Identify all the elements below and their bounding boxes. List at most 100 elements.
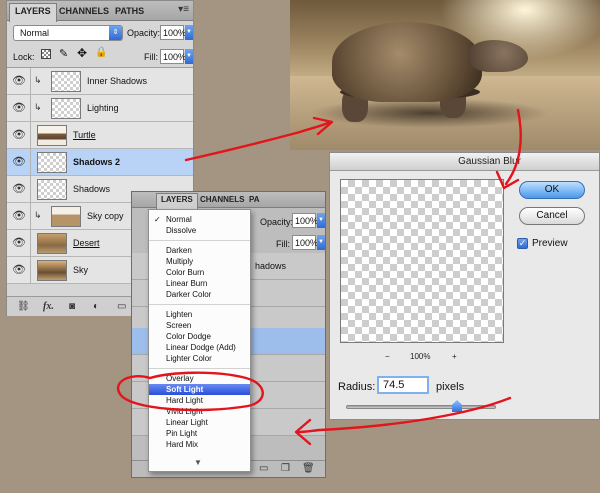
ok-button[interactable]: OK (519, 181, 585, 199)
divider (30, 68, 31, 95)
menu-item-normal[interactable]: ✓ Normal (149, 214, 250, 225)
eye-icon[interactable]: 👁 (10, 181, 28, 197)
zoom-level: 100% (410, 352, 431, 361)
eye-icon[interactable]: 👁 (10, 73, 28, 89)
layer-thumbnail (37, 125, 67, 146)
turtle-shell (332, 22, 482, 102)
preview-checkbox[interactable]: ✓ (517, 238, 528, 249)
menu-item-color-burn[interactable]: Color Burn (149, 267, 250, 278)
fill-field[interactable]: 100% (160, 49, 186, 64)
blur-preview[interactable] (340, 179, 504, 343)
scroll-down-arrow-icon[interactable]: ▼ (194, 458, 202, 467)
opacity-field[interactable]: 100% (160, 25, 186, 40)
gaussian-blur-dialog: Gaussian Blur − 100% + OK Cancel ✓ Previ… (329, 152, 600, 420)
layer-thumbnail (37, 260, 67, 281)
layer-name: Turtle (73, 130, 96, 140)
fx-icon[interactable]: fx. (43, 301, 54, 312)
menu-item-hard-mix[interactable]: Hard Mix (149, 439, 250, 450)
preview-label: Preview (532, 238, 568, 249)
layer-thumbnail (51, 98, 81, 119)
menu-item-soft-light[interactable]: Soft Light (149, 384, 250, 395)
menu-item-pin-light[interactable]: Pin Light (149, 428, 250, 439)
radius-slider[interactable] (346, 405, 496, 409)
menu-item-lighten[interactable]: Lighten (149, 309, 250, 320)
folder-icon[interactable]: ▭ (259, 463, 268, 474)
layer-name: Sky copy (87, 211, 124, 221)
layer-thumbnail (37, 152, 67, 173)
radius-input[interactable]: 74.5 (377, 376, 429, 394)
mask-icon[interactable]: ◙ (69, 301, 75, 312)
lock-transparency-icon[interactable] (41, 49, 51, 59)
blend-mode-value: Normal (20, 28, 50, 38)
blend-mode-select[interactable]: Normal ⇕ (13, 25, 123, 41)
fill-field[interactable]: 100% (292, 235, 318, 250)
zoom-out-button[interactable]: − (385, 352, 390, 361)
layer-row-inner-shadows[interactable]: 👁 ↳ Inner Shadows (7, 68, 193, 95)
blend-mode-menu: ✓ Normal Dissolve Darken Multiply Color B… (148, 209, 251, 472)
divider (30, 257, 31, 284)
link-icon[interactable]: ⛓ (17, 301, 30, 312)
eye-icon[interactable]: 👁 (10, 262, 28, 278)
fill-label: Fill: (144, 52, 158, 62)
layer-name: Sky (73, 265, 89, 275)
new-layer-icon[interactable]: ❐ (281, 463, 290, 474)
layer-thumbnail (51, 206, 81, 227)
adjustment-icon[interactable]: ◐ (93, 301, 99, 312)
tab-paths[interactable]: PA (245, 194, 264, 208)
menu-item-screen[interactable]: Screen (149, 320, 250, 331)
menu-item-dissolve[interactable]: Dissolve (149, 225, 250, 236)
lock-label: Lock: (13, 52, 35, 62)
clip-arrow-icon: ↳ (34, 210, 42, 220)
opacity-field[interactable]: 100% (292, 213, 318, 228)
lock-icon[interactable]: 🔒 (95, 47, 107, 58)
menu-item-overlay[interactable]: Overlay (149, 373, 250, 384)
zoom-in-button[interactable]: + (452, 352, 457, 361)
menu-item-vivid-light[interactable]: Vivid Light (149, 406, 250, 417)
eye-icon[interactable]: 👁 (10, 154, 28, 170)
tab-layers[interactable]: LAYERS (156, 193, 198, 209)
layer-row-shadows-2[interactable]: 👁 Shadows 2 (7, 149, 193, 176)
divider (30, 203, 31, 230)
layer-thumbnail (37, 233, 67, 254)
menu-item-lighter-color[interactable]: Lighter Color (149, 353, 250, 364)
layer-thumbnail (51, 71, 81, 92)
folder-icon[interactable]: ▭ (117, 301, 126, 312)
tab-layers[interactable]: LAYERS (9, 3, 57, 22)
tab-paths[interactable]: PATHS (110, 4, 149, 21)
opacity-arrow-icon[interactable]: ▼ (185, 25, 193, 40)
tab-channels[interactable]: CHANNELS (196, 194, 248, 208)
trash-icon[interactable]: 🗑 (302, 463, 315, 474)
move-icon[interactable]: ✥ (77, 46, 87, 60)
menu-item-darker-color[interactable]: Darker Color (149, 289, 250, 300)
divider (30, 95, 31, 122)
menu-item-linear-light[interactable]: Linear Light (149, 417, 250, 428)
eye-icon[interactable]: 👁 (10, 127, 28, 143)
radius-label: Radius: (338, 381, 376, 393)
opacity-label: Opacity: (260, 217, 294, 227)
menu-item-darken[interactable]: Darken (149, 245, 250, 256)
opacity-label: Opacity: (127, 28, 161, 38)
tab-channels[interactable]: CHANNELS (54, 4, 114, 21)
panel-tabs: LAYERS CHANNELS PA (132, 192, 325, 209)
brush-icon[interactable]: ✎ (59, 47, 68, 60)
eye-icon[interactable]: 👁 (10, 235, 28, 251)
eye-icon[interactable]: 👁 (10, 208, 28, 224)
fill-arrow-icon[interactable]: ▼ (317, 235, 325, 250)
menu-item-linear-burn[interactable]: Linear Burn (149, 278, 250, 289)
opacity-arrow-icon[interactable]: ▼ (317, 213, 325, 228)
layer-row-turtle[interactable]: 👁 Turtle (7, 122, 193, 149)
panel-menu-icon[interactable]: ▾≡ (178, 4, 189, 15)
menu-item-hard-light[interactable]: Hard Light (149, 395, 250, 406)
slider-thumb[interactable] (452, 400, 462, 412)
dialog-title: Gaussian Blur (330, 153, 599, 171)
layer-name: Desert (73, 238, 100, 248)
layer-row-lighting[interactable]: 👁 ↳ Lighting (7, 95, 193, 122)
cancel-button[interactable]: Cancel (519, 207, 585, 225)
menu-item-color-dodge[interactable]: Color Dodge (149, 331, 250, 342)
menu-item-multiply[interactable]: Multiply (149, 256, 250, 267)
eye-icon[interactable]: 👁 (10, 100, 28, 116)
menu-item-linear-dodge[interactable]: Linear Dodge (Add) (149, 342, 250, 353)
divider (30, 149, 31, 176)
fill-arrow-icon[interactable]: ▼ (185, 49, 193, 64)
panel-tabs: LAYERS CHANNELS PATHS ▾≡ (7, 1, 193, 22)
